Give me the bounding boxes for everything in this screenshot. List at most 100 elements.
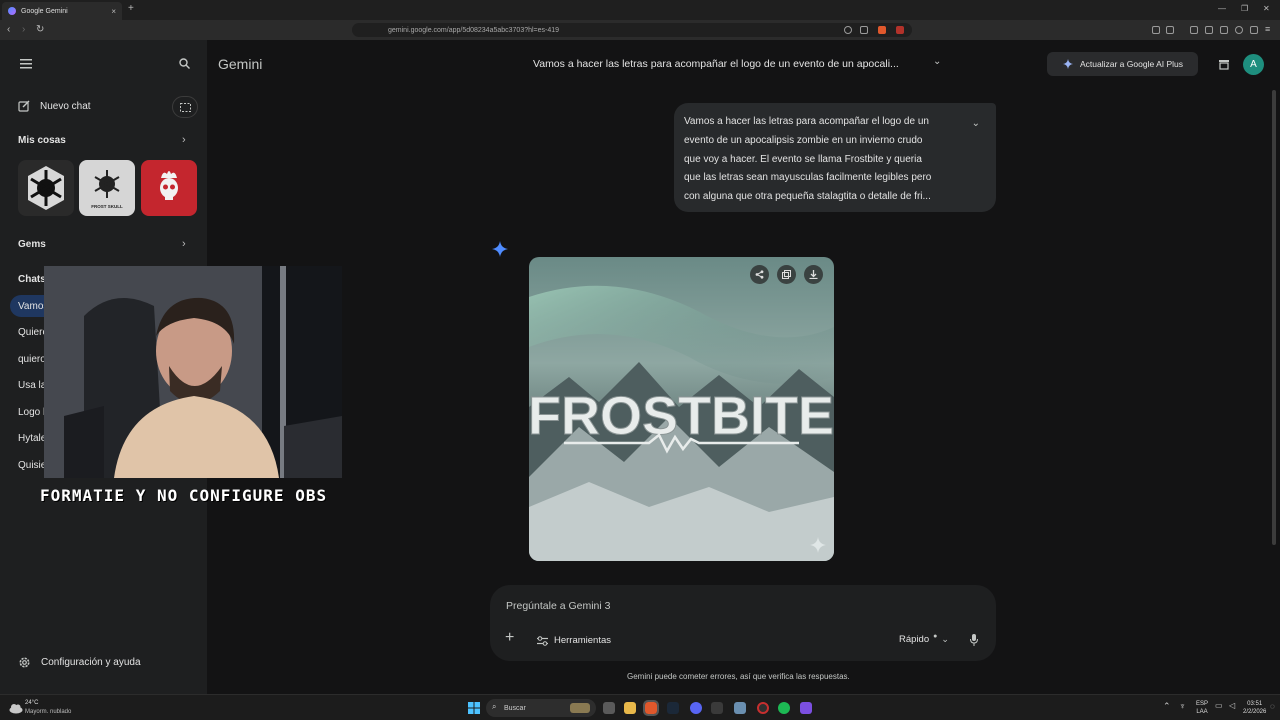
- share-page-icon[interactable]: [860, 26, 868, 34]
- app-grid-icon[interactable]: [800, 702, 812, 714]
- url-field[interactable]: gemini.google.com/app/5d08234a5abc3703?h…: [352, 23, 912, 37]
- microphone-icon[interactable]: [970, 634, 978, 646]
- brave-browser-icon[interactable]: [643, 700, 659, 716]
- flaming-skull-icon: [160, 171, 178, 200]
- generated-image[interactable]: FROSTBITE: [529, 257, 834, 561]
- prompt-input[interactable]: Pregúntale a Gemini 3: [506, 600, 610, 612]
- gemini-brand[interactable]: Gemini: [218, 56, 262, 72]
- settings-help-button[interactable]: Configuración y ayuda: [18, 656, 141, 669]
- temporary-chat-button[interactable]: [172, 96, 198, 118]
- chevron-right-icon[interactable]: ›: [182, 134, 186, 146]
- notes-icon[interactable]: [734, 702, 746, 714]
- date-text: 2/2/2026: [1243, 709, 1267, 715]
- chat-item[interactable]: quiero: [18, 354, 46, 365]
- chat-item[interactable]: Hytale: [18, 433, 46, 444]
- streamer-webcam-image: [44, 266, 342, 478]
- extension-icon[interactable]: [1152, 26, 1160, 34]
- taskbar-search-label: Buscar: [504, 704, 526, 712]
- my-stuff-thumb-3[interactable]: [141, 160, 197, 216]
- steam-icon[interactable]: [667, 702, 679, 714]
- screenshot-icon[interactable]: [1166, 26, 1174, 34]
- close-tab-icon[interactable]: ×: [111, 7, 116, 16]
- upgrade-button[interactable]: Actualizar a Google AI Plus: [1047, 52, 1198, 76]
- mode-selector[interactable]: Rápido ● ⌄: [899, 633, 949, 645]
- language-indicator[interactable]: ESP LAA: [1196, 700, 1208, 716]
- menu-icon[interactable]: ≡: [1265, 24, 1273, 34]
- my-stuff-thumb-2[interactable]: FROST SKULL: [79, 160, 135, 216]
- tray-expand-icon[interactable]: ⌃: [1163, 701, 1171, 712]
- volume-icon[interactable]: ◁: [1229, 701, 1235, 710]
- scrollbar[interactable]: [1272, 90, 1276, 545]
- gemini-spark-icon: [492, 241, 508, 257]
- reload-icon[interactable]: ↻: [36, 24, 44, 35]
- tools-sliders-icon: [537, 635, 548, 646]
- spotify-icon[interactable]: [778, 702, 790, 714]
- expand-chevron-icon[interactable]: ⌄: [972, 115, 980, 134]
- add-icon[interactable]: +: [505, 629, 514, 647]
- chat-item[interactable]: Logo l: [18, 407, 45, 418]
- prompt-input-box[interactable]: Pregúntale a Gemini 3 + Herramientas Ráp…: [490, 585, 996, 661]
- download-icon[interactable]: [1190, 26, 1198, 34]
- search-icon[interactable]: [179, 58, 190, 69]
- wallet-icon[interactable]: [1220, 26, 1228, 34]
- chevron-down-icon[interactable]: ⌄: [933, 56, 941, 67]
- clock[interactable]: 03:51 2/2/2026: [1243, 700, 1266, 716]
- app-icon[interactable]: [711, 702, 723, 714]
- gems-header[interactable]: Gems: [18, 239, 46, 250]
- brave-shield-icon[interactable]: [878, 26, 886, 34]
- disclaimer-text: Gemini puede cometer errores, así que ve…: [627, 672, 850, 681]
- new-tab-button[interactable]: +: [128, 3, 134, 14]
- close-window-icon[interactable]: ✕: [1263, 4, 1270, 13]
- dashed-box-icon: [179, 102, 191, 112]
- my-stuff-label: Mis cosas: [18, 135, 66, 146]
- chevron-right-icon[interactable]: ›: [182, 238, 186, 250]
- avatar[interactable]: A: [1243, 54, 1264, 75]
- chat-item[interactable]: Quisie: [18, 460, 46, 471]
- conversation-title[interactable]: Vamos a hacer las letras para acompañar …: [533, 58, 899, 70]
- file-explorer-icon[interactable]: [624, 702, 636, 714]
- new-chat-button[interactable]: Nuevo chat: [18, 100, 91, 112]
- notifications-icon[interactable]: ◌: [1270, 702, 1275, 711]
- search-highlight-icon: [570, 703, 590, 713]
- trash-icon[interactable]: [1218, 58, 1230, 70]
- share-button[interactable]: [750, 265, 769, 284]
- copy-icon: [782, 270, 791, 279]
- message-line: que voy a hacer. El evento se llama Fros…: [684, 153, 922, 165]
- brave-rewards-icon[interactable]: [896, 26, 904, 34]
- copy-button[interactable]: [777, 265, 796, 284]
- browser-tab-bar: Google Gemini × + — ❐ ✕: [0, 0, 1280, 20]
- forward-icon[interactable]: ›: [22, 24, 25, 35]
- message-line: Vamos a hacer las letras para acompañar …: [684, 116, 929, 127]
- discord-icon[interactable]: [690, 702, 702, 714]
- browser-tab[interactable]: Google Gemini ×: [2, 2, 122, 20]
- my-stuff-header[interactable]: Mis cosas: [18, 135, 66, 146]
- task-view-icon[interactable]: [603, 702, 615, 714]
- microphone-tray-icon[interactable]: ♆: [1179, 701, 1186, 711]
- my-stuff-thumb-1[interactable]: [18, 160, 74, 216]
- time-text: 03:51: [1247, 701, 1263, 707]
- vpn-icon[interactable]: [1235, 26, 1243, 34]
- shield-icon[interactable]: [1250, 26, 1258, 34]
- taskbar-search[interactable]: Buscar ⌕: [486, 699, 596, 717]
- chat-item[interactable]: Usa la: [18, 380, 46, 391]
- hamburger-menu-icon[interactable]: [20, 59, 32, 69]
- mode-label: Rápido: [899, 634, 930, 645]
- minimize-icon[interactable]: —: [1218, 4, 1226, 13]
- search-icon: ⌕: [492, 702, 497, 711]
- back-icon[interactable]: ‹: [7, 24, 10, 35]
- zoom-icon[interactable]: [844, 26, 852, 34]
- windows-start-icon[interactable]: [468, 702, 480, 714]
- edit-icon: [18, 100, 30, 112]
- chats-label: Chats: [18, 274, 46, 285]
- maximize-icon[interactable]: ❐: [1241, 4, 1248, 13]
- gear-icon: [19, 657, 30, 668]
- weather-cloud-icon[interactable]: [9, 702, 23, 714]
- sidebar-toggle-icon[interactable]: [1205, 26, 1213, 34]
- download-button[interactable]: [804, 265, 823, 284]
- network-icon[interactable]: ▭: [1215, 701, 1223, 710]
- chevron-down-icon: ⌄: [941, 634, 949, 644]
- webcam-overlay: [44, 266, 342, 478]
- tools-button[interactable]: Herramientas: [537, 635, 611, 646]
- obs-icon[interactable]: [757, 702, 769, 714]
- stream-overlay-caption: FORMATIE Y NO CONFIGURE OBS: [40, 486, 328, 505]
